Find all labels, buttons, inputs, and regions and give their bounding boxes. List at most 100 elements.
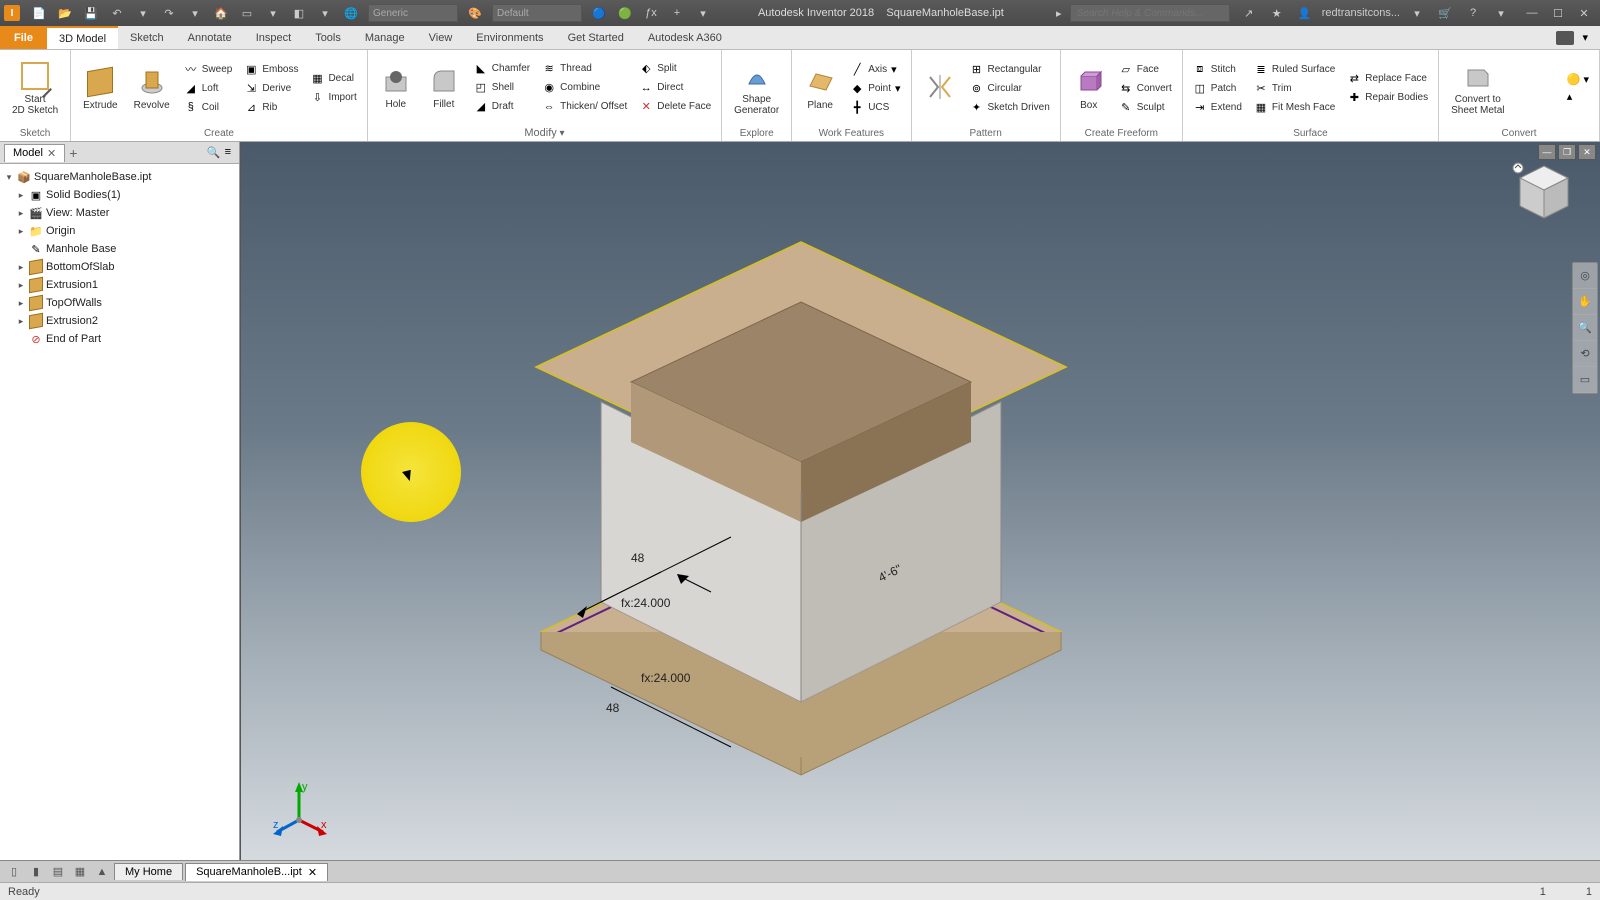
hole-button[interactable]: Hole [374, 63, 418, 112]
circular-pattern-button[interactable]: ⊚Circular [966, 79, 1054, 97]
axis-button[interactable]: ╱Axis ▾ [846, 60, 904, 78]
tree-node-end-of-part[interactable]: ⊘End of Part [2, 330, 237, 348]
doc-layout-4-icon[interactable]: ▦ [70, 863, 90, 881]
doc-minimize[interactable]: — [1538, 144, 1556, 160]
doc-list-icon[interactable]: ▲ [92, 863, 112, 881]
rib-button[interactable]: ⊿Rib [240, 98, 302, 116]
tab-sketch[interactable]: Sketch [118, 26, 176, 49]
delete-face-button[interactable]: ✕Delete Face [635, 98, 715, 116]
extend-button[interactable]: ⇥Extend [1189, 98, 1246, 116]
signin-arrow-icon[interactable]: ↗ [1238, 3, 1260, 23]
select-icon[interactable]: ▭ [236, 3, 258, 23]
user-dd[interactable]: ▾ [1406, 3, 1428, 23]
viewport[interactable]: — ❐ ✕ [240, 142, 1600, 860]
material-dropdown[interactable] [368, 4, 458, 22]
appearance-split[interactable]: ▾ [314, 3, 336, 23]
help-search-input[interactable] [1070, 4, 1230, 22]
tab-3d-model[interactable]: 3D Model [47, 26, 118, 49]
thread-button[interactable]: ≋Thread [538, 60, 631, 78]
highlight-dd-icon[interactable]: 🟡 ▾ [1567, 73, 1589, 86]
start-2d-sketch-button[interactable]: Start 2D Sketch [6, 58, 64, 118]
ribbon-collapse-icon[interactable]: ▴ [1567, 90, 1589, 103]
exchange-icon[interactable]: 🛒 [1434, 3, 1456, 23]
doc-layout-2-icon[interactable]: ▮ [26, 863, 46, 881]
appearance-dropdown[interactable] [492, 4, 582, 22]
browser-tab-model[interactable]: Model ✕ [4, 144, 65, 162]
home-icon[interactable]: 🏠 [210, 3, 232, 23]
maximize-button[interactable]: ☐ [1546, 4, 1570, 22]
select-dd[interactable]: ▾ [262, 3, 284, 23]
decal-button[interactable]: ▦Decal [306, 70, 360, 88]
color2-icon[interactable]: 🔵 [588, 3, 610, 23]
tab-manage[interactable]: Manage [353, 26, 417, 49]
tree-node-bottomofslab[interactable]: ▸BottomOfSlab [2, 258, 237, 276]
fit-mesh-button[interactable]: ▦Fit Mesh Face [1250, 98, 1339, 116]
patch-button[interactable]: ◫Patch [1189, 79, 1246, 97]
browser-search-icon[interactable]: 🔍 [207, 146, 221, 159]
globe-icon[interactable]: 🌐 [340, 3, 362, 23]
doc-restore[interactable]: ❐ [1558, 144, 1576, 160]
combine-button[interactable]: ◉Combine [538, 79, 631, 97]
ucs-button[interactable]: ╋UCS [846, 98, 904, 116]
sketch-driven-button[interactable]: ✦Sketch Driven [966, 98, 1054, 116]
trim-button[interactable]: ✂Trim [1250, 79, 1339, 97]
chamfer-button[interactable]: ◣Chamfer [470, 60, 534, 78]
extrude-button[interactable]: Extrude [77, 64, 123, 113]
star-icon[interactable]: ★ [1266, 3, 1288, 23]
revolve-button[interactable]: Revolve [128, 64, 176, 113]
tab-view[interactable]: View [417, 26, 465, 49]
coil-button[interactable]: §Coil [180, 98, 237, 116]
shape-generator-button[interactable]: Shape Generator [728, 58, 785, 118]
help-icon[interactable]: ? [1462, 3, 1484, 23]
doc-tab-home[interactable]: My Home [114, 863, 183, 880]
tree-node-origin[interactable]: ▸📁Origin [2, 222, 237, 240]
sculpt-button[interactable]: ✎Sculpt [1115, 98, 1176, 116]
doc-layout-1-icon[interactable]: ▯ [4, 863, 24, 881]
tree-node-extrusion2[interactable]: ▸Extrusion2 [2, 312, 237, 330]
material-icon[interactable]: ◧ [288, 3, 310, 23]
open-icon[interactable]: 📂 [54, 3, 76, 23]
close-button[interactable]: ✕ [1572, 4, 1596, 22]
camera-icon[interactable] [1556, 31, 1574, 45]
emboss-button[interactable]: ▣Emboss [240, 60, 302, 78]
doc-layout-3-icon[interactable]: ▤ [48, 863, 68, 881]
color3-icon[interactable]: 🟢 [614, 3, 636, 23]
viewcube[interactable] [1510, 160, 1578, 228]
minimize-button[interactable]: — [1520, 4, 1544, 22]
tree-node-manhole-base[interactable]: ✎Manhole Base [2, 240, 237, 258]
new-icon[interactable]: 📄 [28, 3, 50, 23]
help-dd[interactable]: ▾ [1490, 3, 1512, 23]
color-icon[interactable]: 🎨 [464, 3, 486, 23]
tree-node-solid-bodies[interactable]: ▸▣Solid Bodies(1) [2, 186, 237, 204]
zoom-icon[interactable]: 🔍 [1573, 315, 1597, 341]
doc-tab-close-icon[interactable]: ✕ [308, 866, 317, 879]
tree-node-extrusion1[interactable]: ▸Extrusion1 [2, 276, 237, 294]
repair-bodies-button[interactable]: ✚Repair Bodies [1343, 89, 1432, 107]
loft-button[interactable]: ◢Loft [180, 79, 237, 97]
tab-get-started[interactable]: Get Started [556, 26, 636, 49]
sweep-button[interactable]: 〰Sweep [180, 60, 237, 78]
stitch-button[interactable]: ⧈Stitch [1189, 60, 1246, 78]
doc-close[interactable]: ✕ [1578, 144, 1596, 160]
tab-a360[interactable]: Autodesk A360 [636, 26, 734, 49]
qat-customize[interactable]: ▾ [692, 3, 714, 23]
lookat-icon[interactable]: ▭ [1573, 367, 1597, 393]
user-icon[interactable]: 👤 [1294, 3, 1316, 23]
redo-icon[interactable]: ↷ [158, 3, 180, 23]
undo-dd-icon[interactable]: ▾ [132, 3, 154, 23]
convert-ff-button[interactable]: ⇆Convert [1115, 79, 1176, 97]
file-tab[interactable]: File [0, 26, 47, 49]
orbit-icon[interactable]: ⟲ [1573, 341, 1597, 367]
doc-tab-part[interactable]: SquareManholeB...ipt ✕ [185, 863, 328, 881]
browser-menu-icon[interactable]: ≡ [225, 146, 231, 159]
ruled-surface-button[interactable]: ≣Ruled Surface [1250, 60, 1339, 78]
split-button[interactable]: ⬖Split [635, 60, 715, 78]
rectangular-pattern-button[interactable]: ⊞Rectangular [966, 60, 1054, 78]
convert-sheet-metal-button[interactable]: Convert to Sheet Metal [1445, 58, 1510, 118]
screencast-icon[interactable]: ▸ [1048, 3, 1070, 23]
tab-inspect[interactable]: Inspect [244, 26, 303, 49]
point-button[interactable]: ◆Point ▾ [846, 79, 904, 97]
plane-button[interactable]: Plane [798, 64, 842, 113]
undo-icon[interactable]: ↶ [106, 3, 128, 23]
tab-annotate[interactable]: Annotate [176, 26, 244, 49]
